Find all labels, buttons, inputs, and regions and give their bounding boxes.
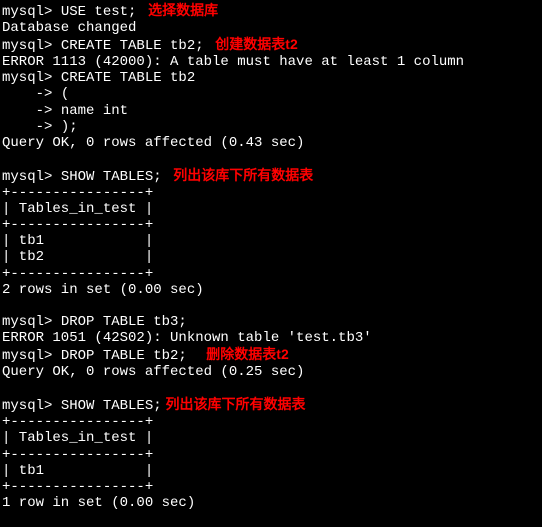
- terminal-line: mysql> DROP TABLE tb2; 删除数据表t2: [2, 346, 540, 364]
- terminal-line: | Tables_in_test |: [2, 430, 540, 446]
- output-text: ERROR 1051 (42S02): Unknown table 'test.…: [2, 330, 372, 346]
- terminal-line: 1 row in set (0.00 sec): [2, 495, 540, 511]
- output-text: +----------------+: [2, 185, 153, 201]
- terminal-line: | tb1 |: [2, 463, 540, 479]
- terminal-line: mysql> DROP TABLE tb3;: [2, 314, 540, 330]
- terminal-line: [2, 380, 540, 396]
- output-text: [2, 151, 10, 167]
- terminal-line: mysql> SHOW TABLES; 列出该库下所有数据表: [2, 396, 540, 414]
- output-text: 2 rows in set (0.00 sec): [2, 282, 204, 298]
- output-text: [2, 298, 10, 314]
- terminal-line: +----------------+: [2, 479, 540, 495]
- output-text: +----------------+: [2, 217, 153, 233]
- terminal-output: mysql> USE test; 选择数据库Database changedmy…: [2, 2, 540, 527]
- annotation-text: 创建数据表t2: [204, 36, 298, 52]
- prompt: mysql>: [2, 70, 61, 86]
- output-text: ERROR 1113 (42000): A table must have at…: [2, 54, 464, 70]
- output-text: Database changed: [2, 20, 136, 36]
- prompt: mysql>: [2, 314, 61, 330]
- terminal-line: | tb1 |: [2, 233, 540, 249]
- prompt: mysql>: [2, 348, 61, 364]
- command-text: CREATE TABLE tb2: [61, 70, 195, 86]
- terminal-line: -> name int: [2, 103, 540, 119]
- output-text: +----------------+: [2, 447, 153, 463]
- output-text: | tb1 |: [2, 463, 153, 479]
- output-text: [2, 380, 10, 396]
- terminal-line: | tb2 |: [2, 249, 540, 265]
- terminal-line: [2, 298, 540, 314]
- prompt: mysql>: [2, 169, 61, 185]
- terminal-line: [2, 511, 540, 527]
- output-text: 1 row in set (0.00 sec): [2, 495, 195, 511]
- terminal-line: +----------------+: [2, 266, 540, 282]
- command-text: CREATE TABLE tb2;: [61, 38, 204, 54]
- terminal-line: ERROR 1051 (42S02): Unknown table 'test.…: [2, 330, 540, 346]
- terminal-line: 2 rows in set (0.00 sec): [2, 282, 540, 298]
- output-text: +----------------+: [2, 266, 153, 282]
- command-text: DROP TABLE tb2;: [61, 348, 187, 364]
- terminal-line: mysql> SHOW TABLES; 列出该库下所有数据表: [2, 167, 540, 185]
- terminal-line: Query OK, 0 rows affected (0.25 sec): [2, 364, 540, 380]
- output-text: Query OK, 0 rows affected (0.25 sec): [2, 364, 304, 380]
- output-text: | Tables_in_test |: [2, 201, 153, 217]
- annotation-text: 列出该库下所有数据表: [162, 396, 306, 412]
- prompt: ->: [2, 86, 61, 102]
- command-text: SHOW TABLES;: [61, 169, 162, 185]
- terminal-line: mysql> CREATE TABLE tb2; 创建数据表t2: [2, 36, 540, 54]
- terminal-line: mysql> CREATE TABLE tb2: [2, 70, 540, 86]
- command-text: name int: [61, 103, 128, 119]
- terminal-line: [2, 151, 540, 167]
- command-text: DROP TABLE tb3;: [61, 314, 187, 330]
- output-text: | tb2 |: [2, 249, 153, 265]
- prompt: ->: [2, 119, 61, 135]
- terminal-line: ERROR 1113 (42000): A table must have at…: [2, 54, 540, 70]
- command-text: );: [61, 119, 78, 135]
- command-text: SHOW TABLES;: [61, 398, 162, 414]
- prompt: mysql>: [2, 398, 61, 414]
- prompt: ->: [2, 103, 61, 119]
- output-text: Query OK, 0 rows affected (0.43 sec): [2, 135, 304, 151]
- output-text: | Tables_in_test |: [2, 430, 153, 446]
- prompt: mysql>: [2, 38, 61, 54]
- terminal-line: +----------------+: [2, 447, 540, 463]
- terminal-line: +----------------+: [2, 185, 540, 201]
- terminal-line: Query OK, 0 rows affected (0.43 sec): [2, 135, 540, 151]
- terminal-line: +----------------+: [2, 217, 540, 233]
- output-text: | tb1 |: [2, 233, 153, 249]
- command-text: USE test;: [61, 4, 137, 20]
- terminal-line: | Tables_in_test |: [2, 201, 540, 217]
- prompt: mysql>: [2, 4, 61, 20]
- annotation-text: 列出该库下所有数据表: [162, 167, 314, 183]
- terminal-line: -> );: [2, 119, 540, 135]
- output-text: +----------------+: [2, 414, 153, 430]
- output-text: [2, 511, 10, 527]
- command-text: (: [61, 86, 69, 102]
- annotation-text: 选择数据库: [136, 2, 218, 18]
- terminal-line: mysql> USE test; 选择数据库: [2, 2, 540, 20]
- annotation-text: 删除数据表t2: [187, 346, 289, 362]
- output-text: +----------------+: [2, 479, 153, 495]
- terminal-line: Database changed: [2, 20, 540, 36]
- terminal-line: -> (: [2, 86, 540, 102]
- terminal-line: +----------------+: [2, 414, 540, 430]
